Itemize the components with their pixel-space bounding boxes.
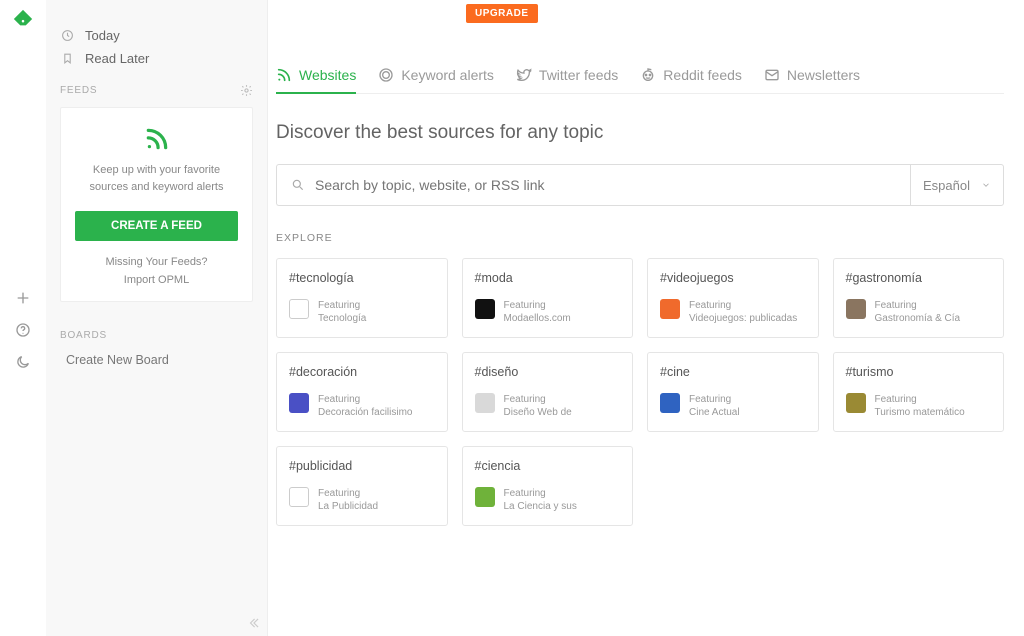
topic-card[interactable]: #videojuegos FeaturingVideojuegos: public…: [647, 258, 819, 338]
tab-icon: [516, 67, 532, 83]
topic-card[interactable]: #diseño FeaturingDiseño Web de: [462, 352, 634, 432]
feeds-empty-card: Keep up with your favorite sources and k…: [60, 107, 253, 302]
tab-websites[interactable]: Websites: [276, 67, 356, 93]
boards-section: BOARDS: [46, 316, 267, 347]
card-featuring: FeaturingGastronomía & Cía: [875, 299, 961, 325]
chevron-down-icon: [981, 180, 991, 190]
card-tag: #diseño: [475, 365, 621, 379]
topic-card[interactable]: #cine FeaturingCine Actual: [647, 352, 819, 432]
source-avatar: [289, 393, 309, 413]
tab-label: Newsletters: [787, 67, 860, 83]
source-tabs: Websites Keyword alerts Twitter feeds Reddi…: [276, 67, 1004, 94]
tab-icon: [640, 67, 656, 83]
gear-icon[interactable]: [240, 84, 253, 97]
search-icon: [291, 178, 305, 192]
help-icon[interactable]: [0, 314, 46, 346]
card-featuring: FeaturingModaellos.com: [504, 299, 571, 325]
card-featuring: FeaturingVideojuegos: publicadas: [689, 299, 797, 325]
section-label: FEEDS: [60, 85, 97, 96]
card-tag: #moda: [475, 271, 621, 285]
main: UPGRADE Websites Keyword alerts Twitter fe…: [268, 0, 1024, 636]
sidebar-item-today[interactable]: Today: [46, 24, 267, 47]
card-tag: #videojuegos: [660, 271, 806, 285]
sidebar-item-label: Read Later: [85, 51, 149, 66]
create-feed-button[interactable]: CREATE A FEED: [75, 211, 238, 241]
tab-keyword-alerts[interactable]: Keyword alerts: [378, 67, 494, 93]
upgrade-button[interactable]: UPGRADE: [466, 4, 538, 23]
language-select[interactable]: Español: [910, 164, 1004, 206]
source-avatar: [846, 299, 866, 319]
topic-card[interactable]: #ciencia FeaturingLa Ciencia y sus: [462, 446, 634, 526]
missing-feeds-link[interactable]: Missing Your Feeds?: [75, 253, 238, 271]
source-avatar: [289, 487, 309, 507]
search-box[interactable]: [276, 164, 910, 206]
clock-icon: [60, 29, 74, 42]
topic-card[interactable]: #tecnología FeaturingTecnología: [276, 258, 448, 338]
tab-twitter-feeds[interactable]: Twitter feeds: [516, 67, 618, 93]
card-featuring: FeaturingTurismo matemático: [875, 393, 965, 419]
sidebar: Today Read Later FEEDS Keep up with your…: [46, 0, 268, 636]
sidebar-item-readlater[interactable]: Read Later: [46, 47, 267, 70]
logo-icon[interactable]: [10, 6, 36, 32]
sidebar-item-label: Today: [85, 28, 120, 43]
topic-card[interactable]: #turismo FeaturingTurismo matemático: [833, 352, 1005, 432]
tab-newsletters[interactable]: Newsletters: [764, 67, 860, 93]
topic-card[interactable]: #moda FeaturingModaellos.com: [462, 258, 634, 338]
topic-card[interactable]: #decoración FeaturingDecoración facilisim…: [276, 352, 448, 432]
source-avatar: [475, 393, 495, 413]
tab-icon: [378, 67, 394, 83]
feeds-section: FEEDS: [46, 70, 267, 103]
section-label: BOARDS: [60, 330, 107, 341]
bookmark-icon: [60, 52, 74, 65]
source-avatar: [475, 299, 495, 319]
headline: Discover the best sources for any topic: [276, 122, 1004, 144]
feeds-empty-msg: Keep up with your favorite sources and k…: [75, 162, 238, 195]
card-featuring: FeaturingDiseño Web de: [504, 393, 572, 419]
topic-card[interactable]: #publicidad FeaturingLa Publicidad: [276, 446, 448, 526]
tab-icon: [764, 67, 780, 83]
theme-icon[interactable]: [0, 346, 46, 378]
tab-label: Keyword alerts: [401, 67, 494, 83]
search-input[interactable]: [315, 177, 896, 193]
card-tag: #turismo: [846, 365, 992, 379]
card-featuring: FeaturingLa Publicidad: [318, 487, 378, 513]
source-avatar: [846, 393, 866, 413]
tab-icon: [276, 67, 292, 83]
card-featuring: FeaturingDecoración facilisimo: [318, 393, 412, 419]
tab-label: Websites: [299, 67, 356, 83]
source-avatar: [660, 393, 680, 413]
icon-rail: [0, 0, 46, 636]
topic-card[interactable]: #gastronomía FeaturingGastronomía & Cía: [833, 258, 1005, 338]
language-value: Español: [923, 178, 970, 193]
card-featuring: FeaturingTecnología: [318, 299, 366, 325]
explore-label: EXPLORE: [276, 232, 1004, 244]
tab-label: Reddit feeds: [663, 67, 742, 83]
source-avatar: [289, 299, 309, 319]
card-tag: #cine: [660, 365, 806, 379]
explore-grid: #tecnología FeaturingTecnología #moda Featu…: [276, 258, 1004, 526]
collapse-icon[interactable]: [247, 616, 261, 630]
card-tag: #decoración: [289, 365, 435, 379]
import-opml-link[interactable]: Import OPML: [75, 271, 238, 289]
add-icon[interactable]: [0, 282, 46, 314]
create-board-button[interactable]: Create New Board: [46, 347, 267, 373]
source-avatar: [660, 299, 680, 319]
card-tag: #gastronomía: [846, 271, 992, 285]
card-featuring: FeaturingLa Ciencia y sus: [504, 487, 577, 513]
tab-label: Twitter feeds: [539, 67, 618, 83]
card-tag: #publicidad: [289, 459, 435, 473]
card-tag: #tecnología: [289, 271, 435, 285]
card-featuring: FeaturingCine Actual: [689, 393, 740, 419]
rss-icon: [75, 126, 238, 152]
tab-reddit-feeds[interactable]: Reddit feeds: [640, 67, 742, 93]
source-avatar: [475, 487, 495, 507]
card-tag: #ciencia: [475, 459, 621, 473]
